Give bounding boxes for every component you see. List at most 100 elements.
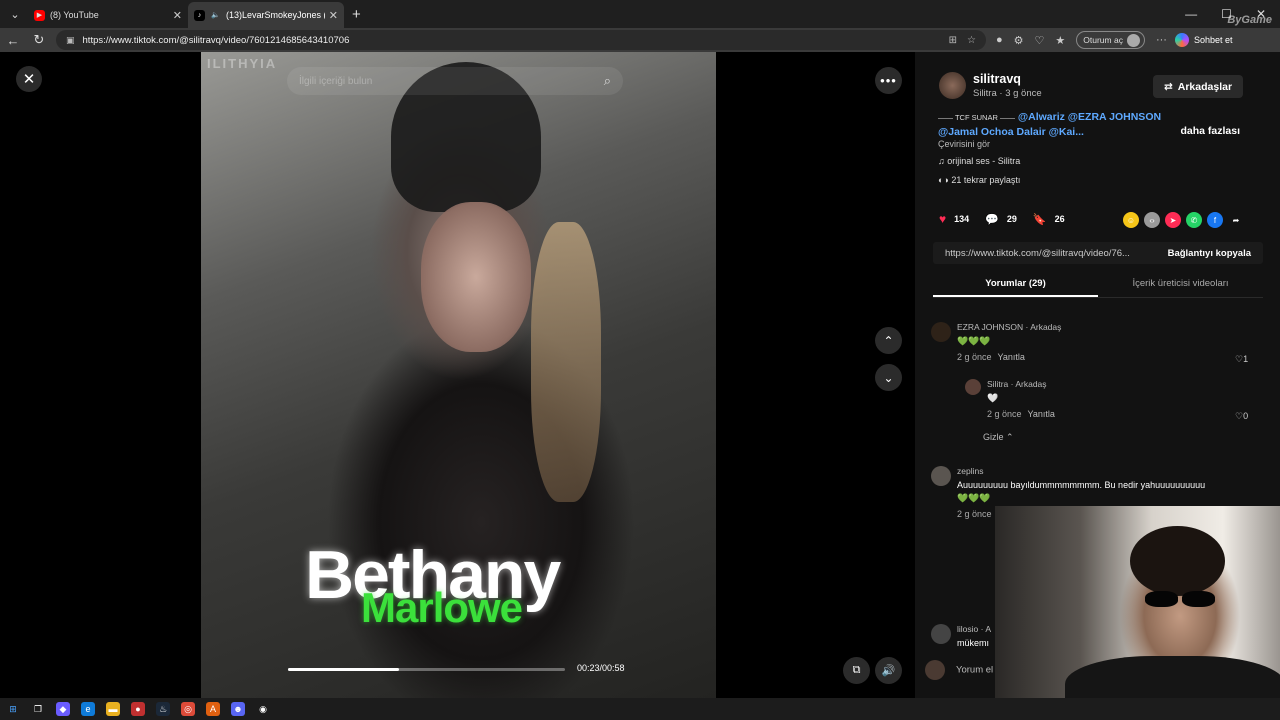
bookmark-icon: 🔖 — [1032, 213, 1047, 226]
own-avatar — [925, 660, 945, 680]
sound-link[interactable]: ♫ orijinal ses - Silitra — [938, 156, 1020, 166]
app-icon[interactable]: A — [206, 702, 220, 716]
reply-button[interactable]: Yanıtla — [998, 352, 1025, 362]
file-explorer-icon[interactable]: ▬ — [106, 702, 120, 716]
extension-circle-icon[interactable]: ● — [996, 34, 1003, 46]
like-button[interactable]: ♥ 134 — [939, 212, 969, 226]
tab-actions-menu-icon[interactable]: ⌄ — [2, 4, 28, 24]
tab-tiktok[interactable]: ♪ 🔈 (13)LevarSmokeyJones (@levar ✕ — [188, 2, 344, 28]
floating-player-button[interactable]: ⧉ — [843, 657, 870, 684]
site-info-icon[interactable]: ▣ — [66, 35, 75, 46]
app-icon[interactable]: ⊞ — [949, 35, 957, 46]
search-icon[interactable]: ⌕ — [604, 73, 611, 89]
friends-button[interactable]: ⇄ Arkadaşlar — [1153, 75, 1243, 98]
share-whatsapp-icon[interactable]: ✆ — [1186, 212, 1202, 228]
start-icon[interactable]: ⊞ — [6, 702, 20, 716]
save-button[interactable]: 🔖 26 — [1033, 213, 1065, 226]
share-options: ☺ ‹› ➤ ✆ f ➦ — [1123, 212, 1244, 228]
close-tab-icon[interactable]: ✕ — [173, 9, 182, 22]
next-video-button[interactable]: ⌄ — [875, 364, 902, 391]
streamer-webcam-overlay — [995, 506, 1280, 720]
author-name[interactable]: silitravq — [973, 72, 1021, 86]
video-frame-hair — [531, 222, 601, 502]
commenter-avatar[interactable] — [931, 624, 951, 644]
copilot-chat-button[interactable]: Sohbet et — [1174, 33, 1233, 47]
tab-title: (8) YouTube — [50, 10, 99, 20]
reposts-info[interactable]: ◐◑ 21 tekrar paylaştı — [938, 175, 1020, 185]
reposts-label: 21 tekrar paylaştı — [951, 175, 1021, 185]
favorite-star-icon[interactable]: ☆ — [967, 35, 976, 46]
comment-text: 💚💚💚 — [957, 336, 991, 346]
discord-icon[interactable]: ☻ — [231, 702, 245, 716]
hide-label: Gizle — [983, 432, 1004, 442]
back-icon[interactable]: ← — [0, 33, 26, 48]
chevron-up-icon: ⌃ — [1006, 432, 1014, 442]
comment-time: 2 g önce — [987, 409, 1022, 419]
minimize-icon[interactable]: — — [1185, 7, 1197, 21]
see-more-link[interactable]: daha fazlası — [1180, 124, 1240, 138]
author-avatar[interactable] — [939, 72, 966, 99]
reply-like[interactable]: ♡0 — [1235, 411, 1248, 422]
hide-replies-button[interactable]: Gizle ⌃ — [983, 432, 1014, 443]
obs-icon[interactable]: ◉ — [256, 702, 270, 716]
task-view-icon[interactable]: ❐ — [31, 702, 45, 716]
copilot-app-icon[interactable]: ◆ — [56, 702, 70, 716]
engagement-bar: ♥ 134 💬 29 🔖 26 — [939, 212, 1081, 226]
commenter-name[interactable]: EZRA JOHNSON · Arkadaş — [957, 322, 1251, 332]
copy-link-button[interactable]: Bağlantıyı kopyala — [1168, 248, 1251, 259]
extension-puzzle-icon[interactable]: ⚙ — [1014, 34, 1024, 47]
url-field[interactable]: ▣ https://www.tiktok.com/@silitravq/vide… — [56, 30, 986, 50]
browser-essentials-icon[interactable]: ♡ — [1035, 34, 1045, 47]
close-tab-icon[interactable]: ✕ — [329, 9, 338, 22]
video-player[interactable]: ILITHYIA İlgili içeriği bulun ⌕ Bethany … — [201, 52, 716, 698]
commenter-avatar[interactable] — [931, 466, 951, 486]
tiktok-icon: ♪ — [194, 9, 205, 21]
chat-label: Sohbet et — [1193, 35, 1233, 45]
comment-like[interactable]: ♡1 — [1235, 354, 1248, 365]
signin-button[interactable]: Oturum aç — [1076, 31, 1145, 49]
video-progress-bar[interactable] — [288, 668, 565, 671]
share-snap-icon[interactable]: ☺ — [1123, 212, 1139, 228]
tab-youtube[interactable]: ▶ (8) YouTube ✕ — [28, 2, 188, 28]
share-facebook-icon[interactable]: f — [1207, 212, 1223, 228]
favorites-icon[interactable]: ★ — [1055, 34, 1065, 47]
repost-avatars-icon: ◐◑ — [938, 175, 952, 185]
copy-link-row: https://www.tiktok.com/@silitravq/video/… — [933, 242, 1263, 264]
reply-button[interactable]: Yanıtla — [1028, 409, 1055, 419]
refresh-icon[interactable]: ↻ — [26, 32, 52, 48]
windows-taskbar: ⊞ ❐ ◆ e ▬ ● ♨ ◎ A ☻ ◉ — [0, 698, 1280, 720]
close-video-button[interactable]: ✕ — [16, 66, 42, 92]
chrome-icon[interactable]: ◎ — [181, 702, 195, 716]
new-tab-icon[interactable]: + — [352, 6, 361, 23]
steam-icon[interactable]: ♨ — [156, 702, 170, 716]
tab-comments[interactable]: Yorumlar (29) — [933, 274, 1098, 297]
tab-creator-videos[interactable]: İçerik üreticisi videoları — [1098, 274, 1263, 297]
see-translation-link[interactable]: Çevirisini gör — [938, 139, 990, 149]
commenter-avatar[interactable] — [965, 379, 981, 395]
description-mentions-2[interactable]: @Jamal Ochoa Dalair @Kai... — [938, 126, 1084, 138]
share-send-icon[interactable]: ➤ — [1165, 212, 1181, 228]
address-bar: ← ↻ ▣ https://www.tiktok.com/@silitravq/… — [0, 28, 1280, 52]
volume-button[interactable]: 🔊 — [875, 657, 902, 684]
edge-icon[interactable]: e — [81, 702, 95, 716]
streaming-app-icon[interactable]: ● — [131, 702, 145, 716]
commenter-name[interactable]: zeplins — [957, 466, 1211, 476]
commenter-name[interactable]: Silitra · Arkadaş — [987, 379, 1245, 389]
sound-label: orijinal ses - Silitra — [947, 156, 1021, 166]
commenter-avatar[interactable] — [931, 322, 951, 342]
save-count: 26 — [1054, 214, 1065, 224]
previous-video-button[interactable]: ⌃ — [875, 327, 902, 354]
panel-tabs: Yorumlar (29) İçerik üreticisi videoları — [933, 274, 1263, 298]
comment-item: EZRA JOHNSON · Arkadaş 💚💚💚 2 g önce Yanıt… — [931, 322, 1251, 362]
share-embed-icon[interactable]: ‹› — [1144, 212, 1160, 228]
like-count: 134 — [954, 214, 970, 224]
more-options-button[interactable]: ••• — [875, 67, 902, 94]
add-comment-field[interactable]: Yorum el — [925, 660, 993, 680]
share-more-icon[interactable]: ➦ — [1228, 212, 1244, 228]
comment-button[interactable]: 💬 29 — [985, 213, 1017, 226]
description-mentions-1[interactable]: @Alwariz @EZRA JOHNSON — [1018, 111, 1161, 123]
reply-like-count: 0 — [1243, 411, 1249, 421]
webcam-sunglasses — [1145, 591, 1215, 607]
more-menu-icon[interactable]: ··· — [1156, 34, 1167, 46]
related-search-field[interactable]: İlgili içeriği bulun ⌕ — [287, 67, 623, 95]
